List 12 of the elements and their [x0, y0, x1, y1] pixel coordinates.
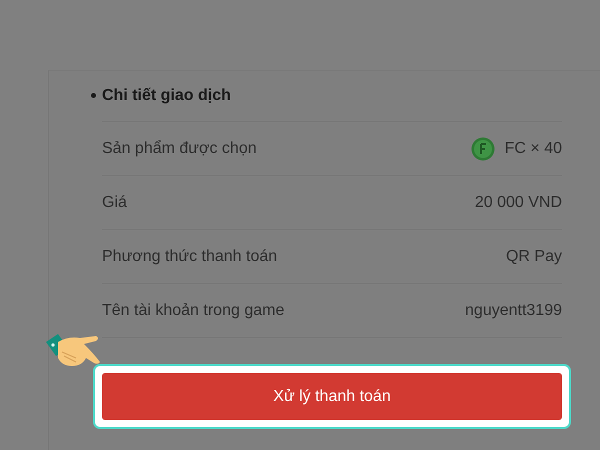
detail-value: FC × 40	[504, 140, 562, 158]
detail-label: Sản phẩm được chọn	[102, 140, 257, 158]
detail-value: nguyentt3199	[465, 302, 562, 320]
detail-label: Tên tài khoản trong game	[102, 302, 284, 320]
detail-value: 20 000 VND	[474, 194, 562, 212]
process-payment-button[interactable]: Xử lý thanh toán	[102, 373, 562, 420]
detail-value: QR Pay	[506, 248, 562, 266]
coin-icon	[470, 136, 495, 160]
detail-label: Phương thức thanh toán	[102, 248, 278, 266]
bullet-icon	[91, 93, 96, 98]
section-title: Chi tiết giao dịch	[102, 87, 231, 105]
detail-label: Giá	[102, 194, 127, 212]
